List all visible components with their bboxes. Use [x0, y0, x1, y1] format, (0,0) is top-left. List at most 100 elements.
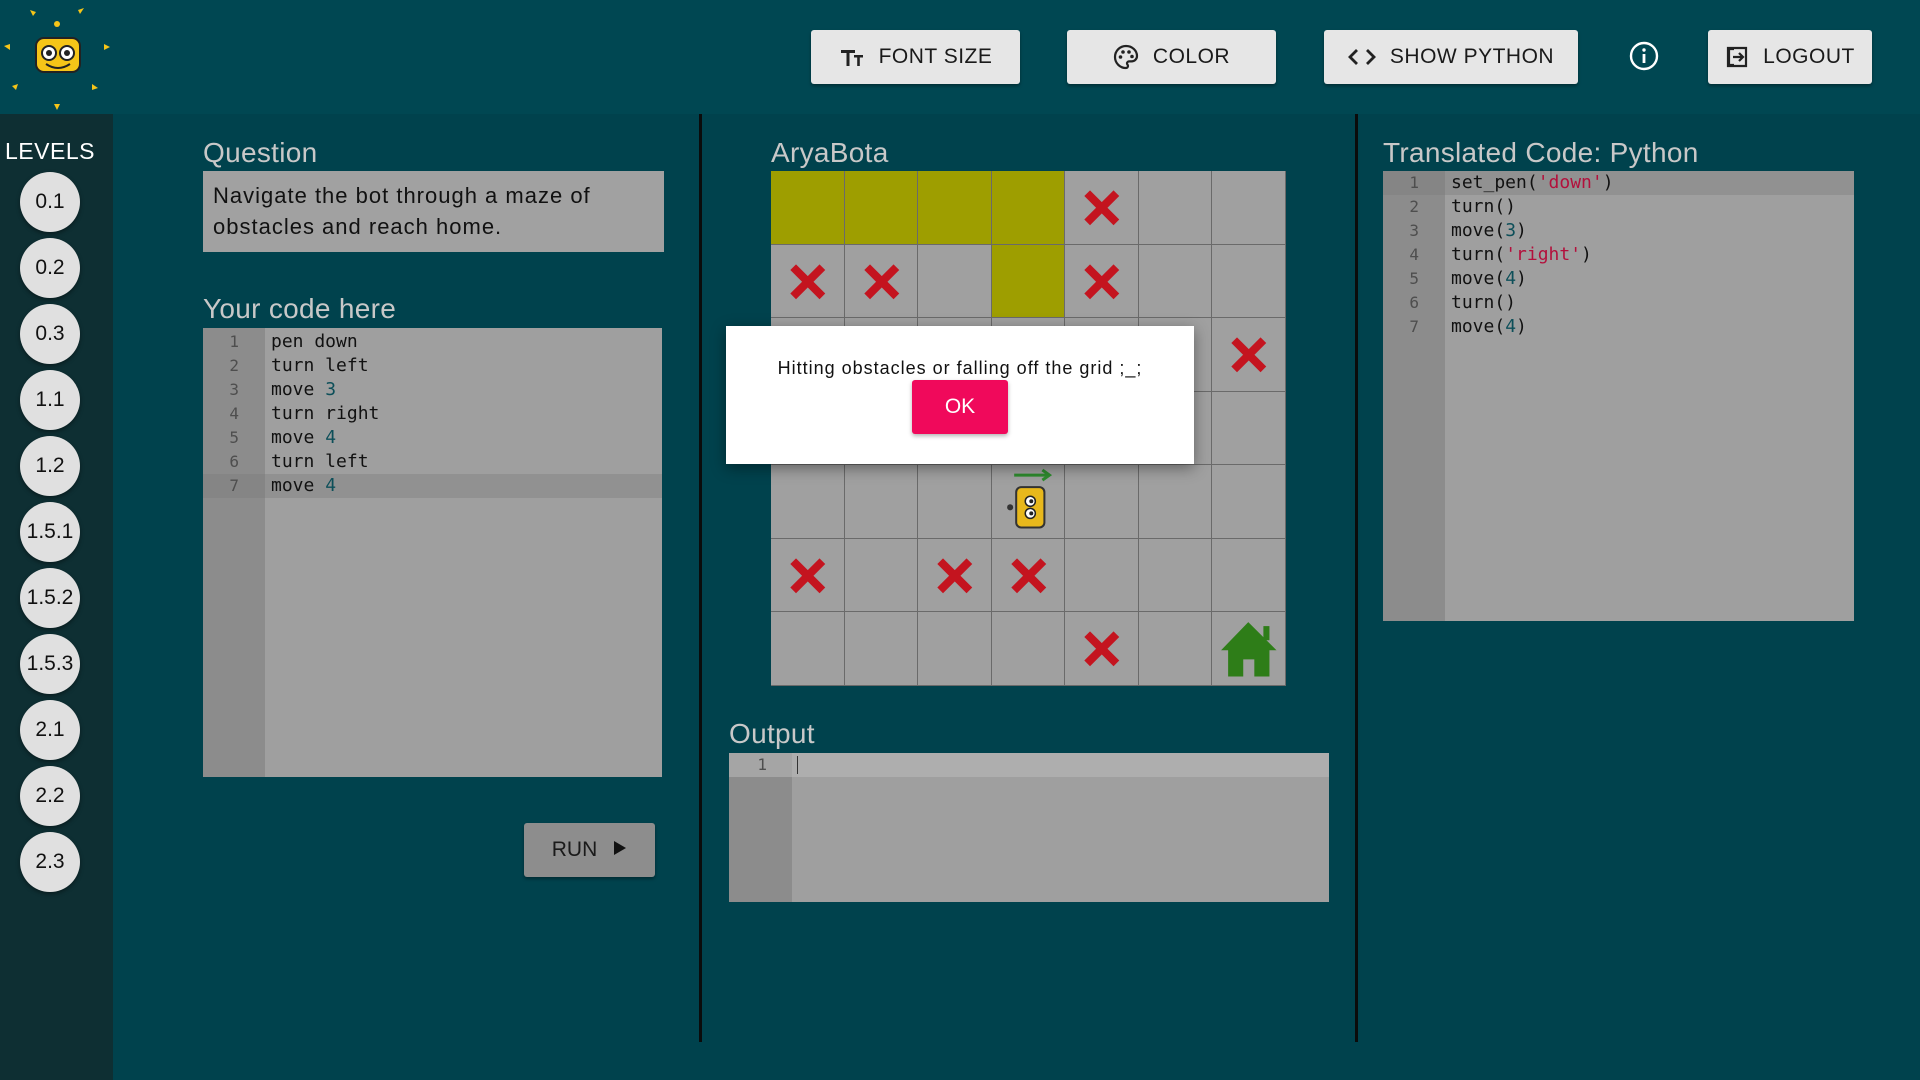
python-label: Translated Code: Python — [1383, 137, 1699, 168]
level-button[interactable]: 1.5.3 — [20, 634, 80, 694]
code-line: 4 turn('right') — [1383, 243, 1854, 267]
level-button[interactable]: 1.2 — [20, 436, 80, 496]
panel-divider — [1355, 114, 1358, 1042]
logout-label: LOGOUT — [1763, 45, 1855, 68]
output-console[interactable]: 1 — [729, 753, 1329, 902]
code-line: 2 turn() — [1383, 195, 1854, 219]
level-button[interactable]: 0.3 — [20, 304, 80, 364]
code-token: 4 — [1505, 268, 1517, 289]
code-token: ) — [1516, 316, 1527, 337]
grid-cell — [771, 465, 845, 539]
code-token: turn() — [1451, 196, 1517, 217]
code-token: 'right' — [1505, 244, 1582, 265]
code-line: 7 move 4 — [203, 474, 662, 498]
grid-cell — [991, 465, 1066, 539]
grid-cell — [1138, 244, 1213, 319]
level-button[interactable]: 2.2 — [20, 766, 80, 826]
line-number: 1 — [229, 332, 239, 351]
level-button[interactable]: 0.1 — [20, 172, 80, 232]
obstacle-x-icon — [1084, 190, 1120, 226]
code-line: 7 move(4) — [1383, 315, 1854, 339]
level-button[interactable]: 1.1 — [20, 370, 80, 430]
run-button[interactable]: RUN — [524, 823, 655, 877]
grid-cell — [918, 538, 992, 613]
output-label: Output — [729, 718, 815, 749]
obstacle-x-icon — [790, 263, 826, 299]
code-text: move(4) — [1451, 315, 1527, 339]
font-size-button[interactable]: FONT SIZE — [811, 30, 1020, 84]
panel-divider — [699, 114, 702, 1042]
obstacle-x-icon — [1084, 631, 1120, 667]
code-token: move( — [1451, 220, 1506, 241]
line-number: 2 — [1409, 197, 1419, 216]
run-label: RUN — [551, 838, 598, 861]
line-number: 3 — [1409, 221, 1419, 240]
show-python-button[interactable]: SHOW PYTHON — [1324, 30, 1578, 84]
code-editor[interactable]: 1 pen down 2 turn left 3 move 3 4 turn right 5 mo… — [203, 328, 662, 777]
level-button[interactable]: 1.5.2 — [20, 568, 80, 628]
code-text: turn() — [1451, 195, 1516, 219]
level-button[interactable]: 1.5.1 — [20, 502, 80, 562]
code-editor-label: Your code here — [203, 293, 397, 324]
output-line: 1 — [729, 753, 1329, 777]
ok-label: OK — [944, 395, 976, 418]
grid-cell — [1065, 538, 1139, 613]
obstacle-x-icon — [1231, 337, 1267, 373]
color-label: COLOR — [1152, 45, 1231, 68]
line-number: 4 — [229, 404, 239, 423]
code-text: turn right — [271, 402, 379, 426]
color-button[interactable]: COLOR — [1067, 30, 1276, 84]
ok-button[interactable]: OK — [912, 380, 1008, 434]
code-token: 4 — [1505, 316, 1517, 337]
code-token: ) — [1516, 220, 1527, 241]
obstacle-x-icon — [1084, 263, 1120, 299]
line-number: 6 — [229, 452, 239, 471]
grid-cell — [1138, 612, 1213, 686]
font-size-label: FONT SIZE — [878, 45, 993, 68]
line-number: 7 — [1409, 317, 1419, 336]
code-icon — [1347, 47, 1376, 67]
code-token: 4 — [325, 475, 337, 496]
code-token: 3 — [325, 379, 337, 400]
code-line: 5 move 4 — [203, 426, 662, 450]
info-icon[interactable] — [1628, 40, 1660, 72]
grid-cell — [844, 612, 919, 686]
home-icon — [1221, 622, 1277, 677]
text-cursor — [797, 756, 798, 774]
grid-cell — [844, 171, 919, 245]
grid-cell — [771, 171, 845, 245]
bot-icon — [1006, 469, 1052, 529]
level-button[interactable]: 2.1 — [20, 700, 80, 760]
code-token: 3 — [1505, 220, 1517, 241]
logout-button[interactable]: LOGOUT — [1708, 30, 1872, 84]
grid-cell — [991, 171, 1066, 245]
code-text: turn() — [1451, 291, 1516, 315]
python-code-view[interactable]: 1 set_pen('down') 2 turn() 3 move(3) 4 turn('ri… — [1383, 171, 1854, 621]
code-token: turn right — [271, 403, 380, 424]
grid-cell — [1212, 538, 1286, 613]
code-text: turn('right') — [1451, 243, 1592, 267]
grid-cell — [991, 538, 1066, 613]
alert-message: Hitting obstacles or falling off the gri… — [777, 358, 1143, 378]
code-line: 3 move 3 — [203, 378, 662, 402]
code-token: move( — [1451, 316, 1506, 337]
grid-cell — [991, 612, 1066, 686]
grid-cell — [1065, 465, 1139, 539]
obstacle-x-icon — [863, 263, 899, 299]
code-text: move 3 — [271, 378, 336, 402]
code-line: 3 move(3) — [1383, 219, 1854, 243]
grid-cell — [1138, 171, 1213, 245]
grid-cell — [771, 612, 845, 686]
levels-title: LEVELS — [5, 138, 95, 164]
level-button[interactable]: 2.3 — [20, 832, 80, 892]
top-bar: FONT SIZE COLOR SHOW PYTHON LOGOUT — [0, 0, 1920, 114]
line-number: 3 — [229, 380, 239, 399]
line-number: 5 — [229, 428, 239, 447]
palette-icon — [1113, 44, 1139, 70]
code-text: move 4 — [271, 474, 336, 498]
grid-cell — [1065, 612, 1139, 686]
aryabota-logo[interactable] — [0, 0, 114, 114]
grid-cell — [844, 465, 919, 539]
level-button[interactable]: 0.2 — [20, 238, 80, 298]
code-line: 2 turn left — [203, 354, 662, 378]
